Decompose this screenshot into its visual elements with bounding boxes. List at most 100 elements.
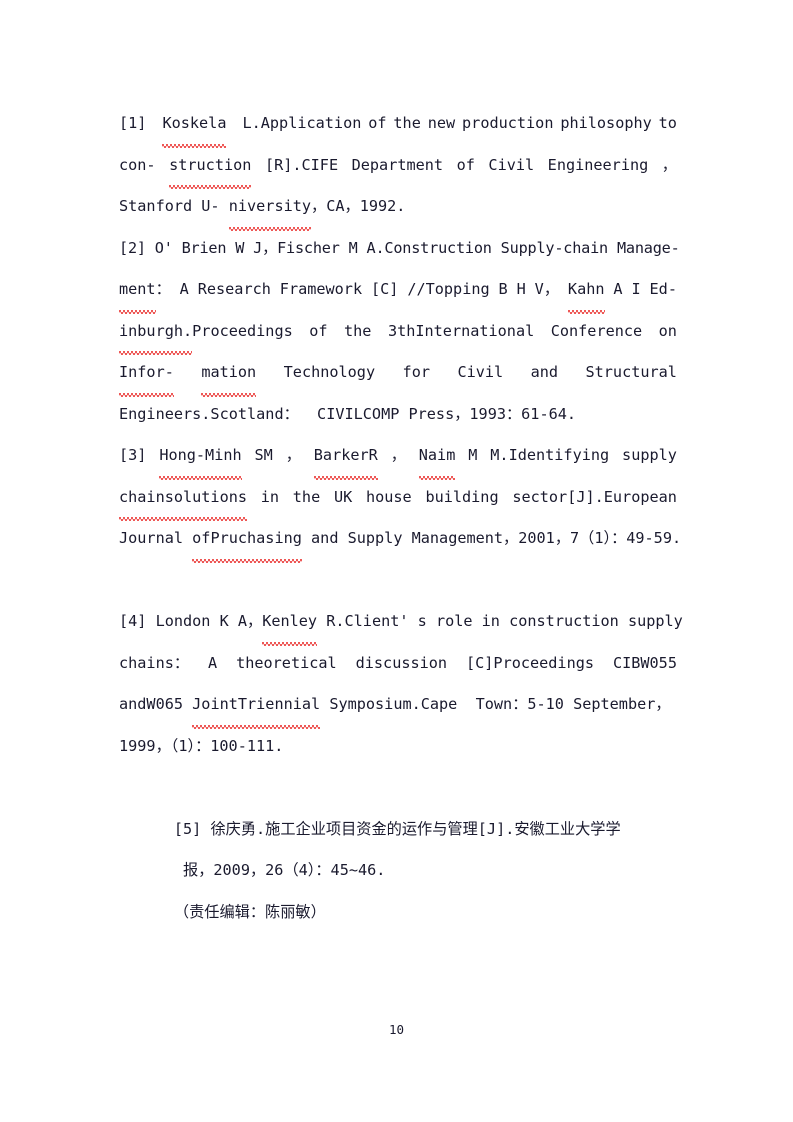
reference-line: [2] O' Brien W J，Fischer M A.Constructio… [119, 228, 680, 270]
ref-text: [C]Proceedings [466, 653, 595, 672]
ref-text: A [613, 280, 623, 298]
reference-line: [1] Koskela L.Application of the new pro… [119, 103, 677, 147]
ref-text-group: inburgh.Proceedings [119, 311, 293, 355]
ref-text: [3] [119, 446, 147, 464]
ref-text: A [179, 280, 189, 298]
document-page: [1] Koskela L.Application of the new pro… [0, 0, 793, 1122]
ref-text: V， [534, 280, 560, 298]
reference-line: [5] 徐庆勇.施工企业项目资金的运作与管理[J].安徽工业大学学 [119, 767, 677, 838]
ref-text-misspelled: Naim [418, 435, 455, 479]
reference-line: [3] Hong-Minh SM ， BarkerR ， Naim M M.Id… [119, 435, 677, 479]
ref-text: and Supply Management，2001，7（1）：49-59. [301, 529, 682, 547]
ref-text: R.Client' s role in construction supply [317, 612, 683, 630]
ref-text-misspelled: Kahn [567, 269, 605, 313]
ref-text: the [344, 321, 372, 340]
ref-text-misspelled: ofPruchasing [192, 518, 302, 562]
ref-text: L.Application [233, 114, 362, 132]
ref-text: discussion [355, 653, 448, 672]
ref-text: [4] London K A， [119, 612, 263, 630]
references-text-block: [1] Koskela L.Application of the new pro… [119, 103, 683, 921]
reference-line: ment： A Research Framework [C] //Topping… [119, 269, 677, 313]
reference-line: inburgh.Proceedings of the 3thInternatio… [119, 311, 677, 355]
ref-text: A [208, 653, 218, 672]
ref-text: Proceedings [192, 321, 293, 340]
ref-text: Framework [279, 280, 363, 298]
ref-text: Civil [488, 155, 535, 174]
ref-text-misspelled: inburgh. [119, 311, 193, 355]
page-number: 10 [388, 1022, 405, 1037]
ref-text: on [658, 321, 677, 340]
ref-text: house [365, 487, 412, 506]
ref-text: Engineers.Scotland： CIVILCOMP Press，1993… [119, 404, 577, 423]
ref-text: CIBW055 [612, 653, 677, 672]
ref-text: philosophy [560, 114, 652, 132]
ref-text: ， [390, 446, 406, 464]
ref-text: Conference [550, 321, 643, 340]
ref-text: ： [155, 280, 171, 298]
ref-text: of [456, 155, 475, 174]
ref-text: //Topping [407, 280, 490, 298]
ref-text: sector[J].European [512, 487, 677, 506]
ref-text: Structural [585, 363, 677, 381]
ref-text: andW065 [119, 695, 193, 713]
ref-text: the [292, 487, 321, 506]
ref-text-misspelled: Infor- [119, 352, 174, 396]
reference-line: 1999，（1）：100-111. [119, 726, 677, 768]
ref-text: [C] [371, 280, 399, 298]
ref-text: [R].CIFE [264, 155, 339, 174]
ref-text-group: ment： [119, 269, 171, 313]
ref-text: chains： [119, 653, 190, 672]
ref-text: ， [285, 446, 301, 464]
ref-text: M.Identifying [490, 446, 610, 464]
reference-line: Journal ofPruchasing and Supply Manageme… [119, 518, 681, 562]
reference-line: chains： A theoretical discussion [C]Proc… [119, 643, 677, 685]
reference-line: Engineers.Scotland： CIVILCOMP Press，1993… [119, 394, 677, 436]
reference-line: [4] London K A， Kenley R.Client' s role i… [119, 601, 683, 645]
ref-text: to [658, 114, 677, 132]
ref-text: Engineering [547, 155, 649, 174]
ref-text: the [393, 114, 421, 132]
ref-text-misspelled: BarkerR [313, 435, 378, 479]
reference-line: andW065 JointTriennial Symposium.Cape To… [119, 684, 677, 728]
reference-line: con- struction [R].CIFE Department of Civ… [119, 145, 677, 189]
ref-text: production [462, 114, 554, 132]
ref-text: [1] [119, 114, 156, 132]
ref-text: Symposium.Cape Town：5-10 September， [320, 695, 671, 713]
editor-note-text: （责任编辑：陈丽敏） [173, 902, 326, 921]
ref-text: B [498, 280, 508, 298]
ref-text: and [530, 363, 559, 381]
ref-text-misspelled: Kenley [262, 601, 317, 645]
ref-text: Ed- [649, 280, 677, 298]
ref-text: of [368, 114, 387, 132]
reference-line: Infor- mation Technology for Civil and S… [119, 352, 677, 396]
ref-text-misspelled: Koskela [162, 103, 227, 147]
ref-text-misspelled: niversity [228, 186, 312, 230]
ref-text: ， [661, 155, 677, 174]
ref-text: con- [119, 155, 156, 174]
ref-text: 3thInternational [387, 321, 535, 340]
ref-text-misspelled: JointTriennial [192, 684, 321, 728]
ref-text: theoretical [236, 653, 337, 672]
ref-text: Research [197, 280, 271, 298]
ref-text: new [427, 114, 456, 132]
ref-text: Technology [283, 363, 376, 381]
reference-line: Stanford U- niversity ，CA，1992. [119, 186, 677, 230]
ref-text: building [425, 487, 499, 506]
ref-text-misspelled: mation [201, 352, 256, 396]
ref-text: [5] 徐庆勇.施工企业项目资金的运作与管理[J].安徽工业大学学 [173, 819, 621, 838]
ref-text: of [309, 321, 328, 340]
ref-text-misspelled: struction [169, 145, 252, 189]
ref-text: [2] O' Brien W J，Fischer M A.Constructio… [119, 238, 680, 257]
ref-text: Civil [457, 363, 504, 381]
ref-text: SM [254, 446, 273, 464]
ref-text: I [631, 280, 641, 298]
ref-text: 报，2009，26（4）：45~46. [173, 861, 386, 879]
ref-text: H [516, 280, 526, 298]
ref-text: supply [622, 446, 677, 464]
ref-text: ，CA，1992. [311, 197, 406, 215]
ref-text: UK [333, 487, 353, 506]
ref-text-misspelled: chainsolutions [119, 477, 248, 521]
ref-text: in [260, 487, 280, 506]
ref-text: M [468, 446, 478, 464]
